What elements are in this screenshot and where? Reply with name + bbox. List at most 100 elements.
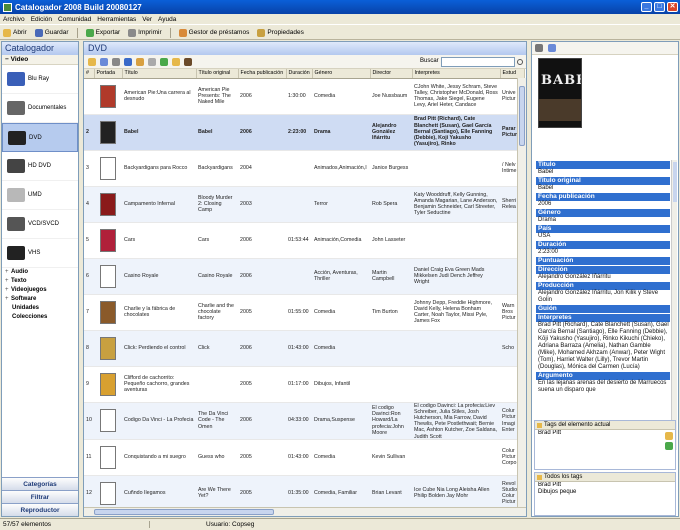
- column-header[interactable]: Duración: [286, 69, 313, 79]
- cover-thumbnail[interactable]: [100, 409, 116, 432]
- menu-ver[interactable]: Ver: [142, 16, 152, 23]
- edit-icon[interactable]: [100, 57, 108, 66]
- table-row[interactable]: 4 Campamento Infernal Bloody Murder 2: Clo…: [84, 186, 524, 223]
- sidebar-item-software[interactable]: + Software: [2, 295, 78, 304]
- cover-thumbnail[interactable]: [100, 156, 116, 180]
- loan-manager-button[interactable]: Gestor de préstamos: [178, 28, 249, 37]
- table-row[interactable]: 2 Babel Babel 2006 2:23:00 Drama Alejandro Gon…: [84, 114, 524, 151]
- sidebar-item-audio[interactable]: + Audio: [2, 268, 78, 277]
- table-row[interactable]: 10 Codigo Da Vinci - La Profecia The Da Vi…: [84, 402, 524, 440]
- cell-director: Rob Spera: [370, 186, 412, 223]
- table-row[interactable]: 6 Casino Royale Casino Royale 2006 Acción, A…: [84, 258, 524, 295]
- cover-cell: [94, 186, 122, 223]
- cell-interpretes: [412, 439, 500, 476]
- cover-thumbnail[interactable]: [100, 120, 116, 144]
- sidebar-group-video[interactable]: − Video: [2, 55, 78, 65]
- column-header[interactable]: Director: [370, 69, 413, 79]
- table-row[interactable]: 11 Conquistando a mi suegro Guess who 2005 0…: [84, 439, 524, 476]
- sidebar-item-unidades[interactable]: Unidades: [2, 304, 78, 313]
- cell-text: 2006: [240, 272, 252, 279]
- column-header[interactable]: Interpretes: [412, 69, 501, 79]
- table-row[interactable]: 9 Clifford de cachorrito: Pequeño cachorr…: [84, 366, 524, 403]
- print-button[interactable]: Imprimir: [128, 28, 162, 37]
- column-header[interactable]: Estud: [500, 69, 525, 79]
- sidebar-item-umd[interactable]: UMD: [2, 181, 78, 210]
- table-row[interactable]: American Pie:Una carrera al desnudo Ameri…: [84, 78, 524, 115]
- detail-scrollbar[interactable]: [671, 160, 677, 450]
- cover-thumbnail[interactable]: [100, 264, 116, 288]
- add-tag-icon[interactable]: [665, 432, 673, 440]
- menu-herramientas[interactable]: Herramientas: [97, 16, 136, 23]
- cell-text: Casino Royale: [198, 272, 233, 279]
- open-button[interactable]: Abrir: [3, 28, 27, 37]
- column-header[interactable]: Título original: [196, 69, 239, 79]
- menu-ayuda[interactable]: Ayuda: [158, 16, 176, 23]
- view-icon[interactable]: [112, 57, 120, 66]
- sidebar-item-vcd-svcd[interactable]: VCD/SVCD: [2, 210, 78, 239]
- tag-item[interactable]: Dibujos peque: [535, 489, 675, 496]
- settings-icon[interactable]: [148, 57, 156, 66]
- print-icon[interactable]: [535, 44, 543, 52]
- column-header[interactable]: Género: [312, 69, 371, 79]
- column-header[interactable]: Portada: [94, 69, 123, 79]
- vertical-scrollbar[interactable]: [517, 78, 526, 509]
- menu-comunidad[interactable]: Comunidad: [58, 16, 91, 23]
- properties-button[interactable]: Propiedades: [257, 28, 304, 37]
- column-header[interactable]: Fecha publicación: [238, 69, 287, 79]
- cover-icon[interactable]: [184, 57, 192, 66]
- tag-item[interactable]: Brad Pitt: [535, 430, 675, 437]
- sidebar-item-documentales[interactable]: Documentales: [2, 94, 78, 123]
- menu-archivo[interactable]: Archivo: [3, 16, 25, 23]
- cover-thumbnail[interactable]: [100, 336, 116, 360]
- save-button[interactable]: Guardar: [34, 28, 69, 37]
- sidebar-item-vhs[interactable]: VHS: [2, 239, 78, 268]
- horizontal-scrollbar[interactable]: [84, 507, 526, 516]
- player-button[interactable]: Reproductor: [2, 503, 78, 516]
- scroll-thumb[interactable]: [94, 509, 274, 515]
- table-row[interactable]: 7 Charlie y la fábrica de chocolates Charl…: [84, 294, 524, 331]
- tag-item[interactable]: Brad Pitt: [535, 482, 675, 489]
- maximize-button[interactable]: □: [654, 2, 665, 12]
- sidebar-item-hd-dvd[interactable]: HD DVD: [2, 152, 78, 181]
- scroll-thumb[interactable]: [673, 162, 677, 202]
- column-header[interactable]: #: [84, 69, 95, 79]
- search-tool-icon[interactable]: [136, 57, 144, 66]
- table-row[interactable]: 3 Backyardigans para Rocco Backyardigans 20…: [84, 150, 524, 187]
- cell-titulo: Codigo Da Vinci - La Profecia: [122, 402, 196, 440]
- cell-original: Bloody Murder 2: Closing Camp: [196, 186, 238, 223]
- minimize-button[interactable]: _: [641, 2, 652, 12]
- cover-thumbnail[interactable]: [100, 481, 116, 505]
- categories-button[interactable]: Categorías: [2, 477, 78, 490]
- sidebar-item-label: HD DVD: [28, 163, 52, 169]
- add-icon[interactable]: [88, 57, 96, 66]
- menu-edicion[interactable]: Edición: [31, 16, 52, 23]
- cover-thumbnail[interactable]: [100, 445, 116, 469]
- web-icon[interactable]: [160, 57, 168, 66]
- table-row[interactable]: 5 Cars Cars 2006 01:53:44 Animación,Comedia Jo…: [84, 222, 524, 259]
- cover-thumbnail[interactable]: [100, 84, 116, 108]
- apply-tag-icon[interactable]: [665, 442, 673, 450]
- cover-thumbnail[interactable]: [100, 192, 116, 216]
- search-input[interactable]: [441, 57, 515, 67]
- sidebar-item-texto[interactable]: + Texto: [2, 277, 78, 286]
- column-header[interactable]: Título: [122, 69, 197, 79]
- sidebar-item-videojuegos[interactable]: + Videojuegos: [2, 286, 78, 295]
- filter-button[interactable]: Filtrar: [2, 490, 78, 503]
- cover-thumbnail[interactable]: [100, 300, 116, 324]
- sidebar-item-colecciones[interactable]: Colecciones: [2, 313, 78, 322]
- sidebar-item-blu-ray[interactable]: Blu Ray: [2, 65, 78, 94]
- cover-thumbnail[interactable]: [100, 372, 116, 396]
- document-icon[interactable]: [548, 44, 556, 52]
- cover-cell: [94, 150, 122, 187]
- export-button[interactable]: Exportar: [85, 28, 120, 37]
- folder-icon[interactable]: [172, 57, 180, 66]
- search-icon[interactable]: [517, 59, 523, 65]
- sort-icon[interactable]: [124, 57, 132, 66]
- table-row[interactable]: 12 Cuñndo Ilegamos Are We There Yet? 2005 01…: [84, 475, 524, 512]
- detail-value: Alejandro González Iñárritu, Jon Kilik y…: [538, 290, 659, 303]
- close-button[interactable]: ✕: [667, 2, 678, 12]
- sidebar-item-dvd[interactable]: DVD: [2, 123, 78, 152]
- scroll-thumb[interactable]: [519, 86, 525, 146]
- cover-thumbnail[interactable]: [100, 228, 116, 252]
- table-row[interactable]: 8 Click: Perdiendo el control Click 2006 01:…: [84, 330, 524, 367]
